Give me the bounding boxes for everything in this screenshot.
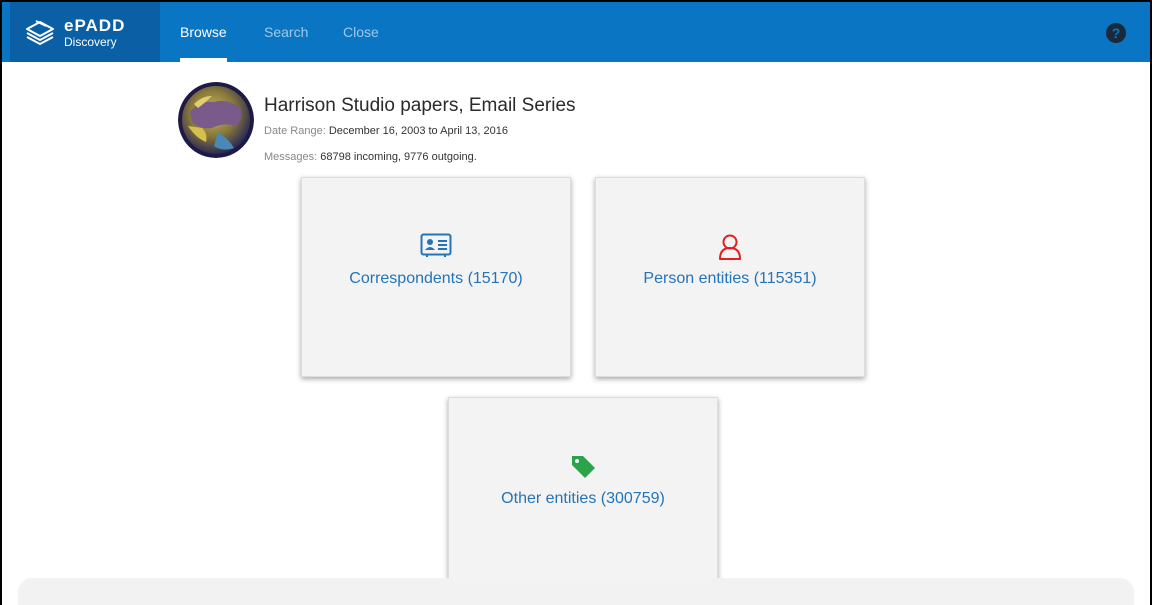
contact-card-icon [420,233,452,257]
tab-search[interactable]: Search [264,2,308,62]
active-tab-indicator [180,58,227,62]
help-icon[interactable]: ? [1106,23,1126,43]
date-range-label: Date Range: [264,125,326,137]
card-correspondents-label: Correspondents (15170) [349,270,523,287]
messages-label: Messages: [264,151,318,163]
app-window: ePADD Discovery Browse Search Close ? Ha… [0,0,1152,605]
top-nav-bar: ePADD Discovery Browse Search Close ? [2,2,1150,62]
brand-subtitle: Discovery [64,34,117,49]
card-person-entities[interactable]: Person entities (115351) [595,177,865,377]
card-correspondents[interactable]: Correspondents (15170) [301,177,571,377]
message-counts: Messages: 68798 incoming, 9776 outgoing. [264,151,477,163]
person-outline-icon [719,234,741,260]
globe-image [178,82,254,158]
bottom-panel [18,578,1134,605]
brand-logo-area[interactable]: ePADD Discovery [10,2,160,62]
epadd-logo-icon [26,20,54,45]
card-person-entities-label: Person entities (115351) [643,270,817,287]
tab-close-label: Close [343,24,379,40]
date-range-value: December 16, 2003 to April 13, 2016 [328,125,509,137]
brand-name: ePADD [64,15,126,35]
collection-title: Harrison Studio papers, Email Series [264,95,576,116]
tab-close[interactable]: Close [343,2,379,62]
collection-avatar [178,82,254,158]
tab-search-label: Search [264,24,309,40]
tag-icon [572,456,595,478]
brand-text: ePADD Discovery [64,17,125,48]
messages-value: 68798 incoming, 9776 outgoing. [320,151,477,163]
card-other-entities-label: Other entities (300759) [501,490,665,507]
date-range: Date Range: December 16, 2003 to April 1… [264,125,508,137]
card-other-entities[interactable]: Other entities (300759) [448,397,718,597]
tab-browse-label: Browse [180,24,227,40]
tab-browse[interactable]: Browse [180,2,227,62]
